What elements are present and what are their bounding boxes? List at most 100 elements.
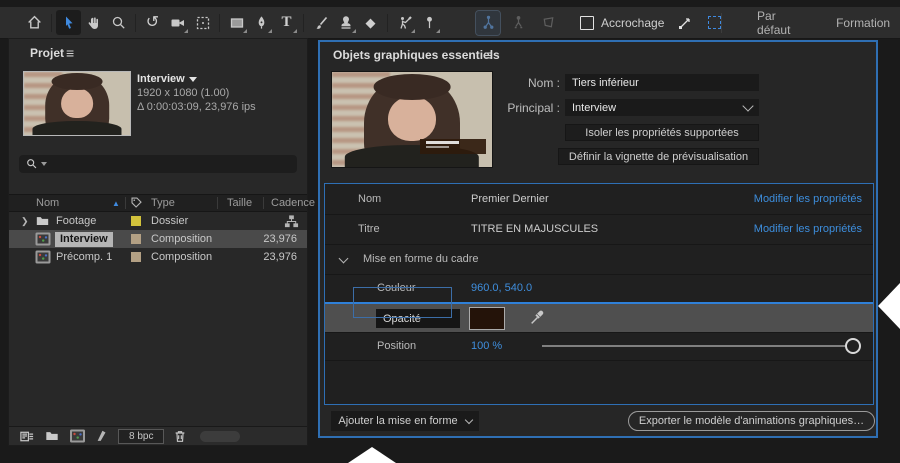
set-poster-frame-button[interactable]: Définir la vignette de prévisualisation [558,148,759,165]
master-composition-select[interactable]: Interview [565,99,759,116]
project-item-info: Interview 1920 x 1080 (1.00) Δ 0:00:03:0… [137,72,256,114]
sort-ascending-icon[interactable]: ▲ [112,199,120,208]
puppet-bend-pin-button[interactable] [506,11,530,35]
brush-tool-button[interactable] [308,10,333,35]
snap-marquee-icon [708,16,721,29]
label-column-icon[interactable] [130,196,143,209]
table-row-footage[interactable]: ❯ Footage Dossier [9,212,307,230]
bit-depth-button[interactable]: 8 bpc [118,429,164,444]
edit-properties-link[interactable]: Modifier les propriétés [754,193,862,205]
master-composition-value: Interview [572,102,616,114]
horizontal-scrollbar-thumb[interactable] [200,431,240,442]
project-tab[interactable]: Projet [30,46,64,60]
workspace-tab-par-defaut[interactable]: Par défaut [736,9,815,37]
position-coordinates-value[interactable]: 960.0, 540.0 [471,282,532,294]
portrait-face [388,96,436,142]
chevron-down-icon [742,100,753,111]
type-tool-button[interactable]: T [274,10,299,35]
property-label: Position [377,340,416,352]
pan-behind-tool-button[interactable] [190,10,215,35]
pen-icon [254,15,269,30]
search-options-caret-icon[interactable] [41,162,47,166]
trash-icon[interactable] [173,429,187,444]
item-cadence: 23,976 [263,251,297,263]
project-search-input[interactable] [19,155,297,173]
toolbar-separator [135,14,136,32]
collapse-chevron-icon[interactable] [339,254,349,264]
group-row-mise-en-forme[interactable]: Mise en forme du cadre [325,244,873,275]
eraser-tool-button[interactable]: ◆ [358,10,383,35]
camera-icon [170,15,186,31]
slider-percent-value[interactable]: 100 % [471,340,502,352]
table-row-interview[interactable]: Interview Composition 23,976 [9,230,307,248]
hand-tool-button[interactable] [81,10,106,35]
isolate-properties-button[interactable]: Isoler les propriétés supportées [565,124,759,141]
composition-icon [35,232,51,246]
label-color-swatch[interactable] [131,252,141,262]
label-color-swatch[interactable] [131,216,141,226]
template-name-input[interactable]: Tiers inférieur [565,74,759,91]
essential-graphics-tab[interactable]: Objets graphiques essentiels [333,48,500,62]
essential-graphics-panel: Objets graphiques essentiels ≡ Nom : Tie… [318,40,878,438]
property-row-nom[interactable]: Nom Premier Dernier Modifier les proprié… [325,184,873,215]
selection-arrow-icon [61,15,77,31]
export-motion-graphics-template-button[interactable]: Exporter le modèle d'animations graphiqu… [628,411,875,431]
zoom-tool-button[interactable] [106,10,131,35]
workspace-tab-formation[interactable]: Formation [815,16,900,30]
roto-brush-tool-button[interactable] [392,10,417,35]
expand-chevron-icon[interactable]: ❯ [21,216,29,227]
position-slider-handle[interactable] [845,338,861,354]
puppet-bend-pin-icon [511,15,526,30]
puppet-pin-tool-button[interactable] [417,10,442,35]
position-slider-track[interactable] [542,345,851,347]
property-row-position[interactable]: Position 100 % [325,332,873,361]
color-swatch[interactable] [469,307,505,330]
composition-icon [35,250,51,264]
preview-dropdown-icon[interactable] [189,77,197,82]
snapping-control: Accrochage [580,15,721,31]
column-header-cadence[interactable]: Cadence [271,197,315,209]
template-properties-list: Nom Premier Dernier Modifier les proprié… [324,183,874,405]
add-formatting-dropdown-button[interactable]: Ajouter la mise en forme [331,411,479,431]
drag-ghost-outline [353,287,452,318]
label-color-swatch[interactable] [131,234,141,244]
new-folder-icon[interactable] [44,429,60,443]
project-panel-menu-icon[interactable]: ≡ [66,45,74,61]
puppet-advanced-pin-button[interactable] [536,11,560,35]
column-header-taille[interactable]: Taille [227,197,252,209]
stamp-tool-button[interactable] [333,10,358,35]
property-label: Nom [358,193,381,205]
edit-properties-link[interactable]: Modifier les propriétés [754,223,862,235]
column-header-type[interactable]: Type [151,197,175,209]
column-header-nom[interactable]: Nom [36,197,59,209]
puppet-position-pin-button[interactable] [476,11,500,35]
selection-tool-button[interactable] [56,10,81,35]
rotate-tool-button[interactable]: ↺ [140,10,165,35]
new-composition-icon[interactable] [69,429,86,443]
folder-icon [35,214,50,228]
table-row-precomp[interactable]: Précomp. 1 Composition 23,976 [9,248,307,266]
adjustments-icon[interactable] [95,429,109,443]
portrait-face [61,88,93,118]
property-value[interactable]: Premier Dernier [471,193,549,205]
interpret-footage-icon[interactable] [19,429,35,444]
item-type: Composition [151,251,212,263]
zoom-icon [111,15,127,31]
property-value[interactable]: TITRE EN MAJUSCULES [471,223,598,235]
puppet-subtool-group [476,11,560,35]
dependencies-network-icon[interactable] [284,214,299,229]
puppet-advanced-pin-icon [541,15,556,30]
project-table-header: Nom ▲ Type Taille Cadence [9,194,307,212]
essential-graphics-menu-icon[interactable]: ≡ [484,47,492,63]
roto-brush-icon [397,15,413,31]
property-row-titre[interactable]: Titre TITRE EN MAJUSCULES Modifier les p… [325,214,873,245]
shape-tool-button[interactable] [224,10,249,35]
home-tool-button[interactable] [22,10,47,35]
camera-tool-button[interactable] [165,10,190,35]
rectangle-icon [229,15,245,31]
eyedropper-icon[interactable] [529,309,546,326]
project-footer-bar: 8 bpc [9,426,307,445]
snapping-checkbox[interactable] [580,16,594,30]
annotation-arrow-up [348,447,396,463]
pen-tool-button[interactable] [249,10,274,35]
